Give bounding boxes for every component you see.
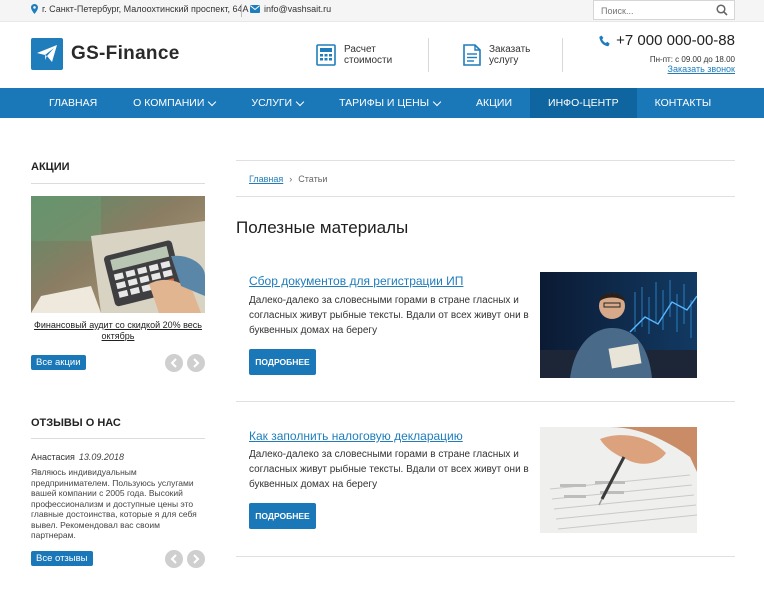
promo-image[interactable] xyxy=(31,196,205,313)
review-text: Являюсь индивидуальным предпринимателем.… xyxy=(31,467,197,540)
header-divider xyxy=(562,38,563,72)
nav-item-home[interactable]: ГЛАВНАЯ xyxy=(31,88,115,118)
calculator-icon xyxy=(316,44,336,66)
calculate-cost-label: Расчет стоимости xyxy=(344,44,393,66)
top-bar: г. Санкт-Петербург, Малоохтинский проспе… xyxy=(0,0,764,22)
article-title-link[interactable]: Как заполнить налоговую декларацию xyxy=(249,429,463,443)
chevron-right-icon xyxy=(193,358,200,368)
breadcrumb-bottom-divider xyxy=(236,196,735,197)
breadcrumb-current: Статьи xyxy=(298,174,328,184)
promos-heading: АКЦИИ xyxy=(31,161,70,173)
header-divider xyxy=(428,38,429,72)
article-title-link[interactable]: Сбор документов для регистрации ИП xyxy=(249,274,463,288)
chevron-left-icon xyxy=(170,554,177,564)
review-date: 13.09.2018 xyxy=(78,452,124,462)
article-image[interactable] xyxy=(540,272,697,378)
review-meta: Анастасия 13.09.2018 xyxy=(31,452,124,462)
chevron-down-icon xyxy=(432,97,442,106)
nav-item-promos[interactable]: АКЦИИ xyxy=(458,88,530,118)
carousel-prev-button[interactable] xyxy=(165,354,183,372)
promos-divider xyxy=(31,183,205,184)
logo[interactable]: GS-Finance xyxy=(31,38,180,70)
review-carousel-arrows xyxy=(165,550,205,568)
search-icon[interactable] xyxy=(716,4,728,16)
article-excerpt: Далеко-далеко за словесными горами в стр… xyxy=(249,449,529,490)
reviews-divider xyxy=(31,438,205,439)
nav-item-about[interactable]: О КОМПАНИИ xyxy=(115,88,233,118)
email[interactable]: info@vashsait.ru xyxy=(250,4,331,14)
phone[interactable]: +7 000 000-00-88 xyxy=(599,32,735,49)
article-image[interactable] xyxy=(540,427,697,533)
working-hours: Пн-пт: с 09.00 до 18.00 xyxy=(649,55,735,64)
paper-plane-icon xyxy=(31,38,63,70)
envelope-icon xyxy=(250,5,260,13)
address-text: г. Санкт-Петербург, Малоохтинский проспе… xyxy=(42,4,249,14)
location-pin-icon xyxy=(31,4,38,14)
chevron-down-icon xyxy=(208,97,217,106)
promo-caption-link[interactable]: Финансовый аудит со скидкой 20% весь окт… xyxy=(31,320,205,342)
search-input[interactable] xyxy=(594,2,709,20)
chevron-right-icon xyxy=(193,554,200,564)
article-excerpt: Далеко-далеко за словесными горами в стр… xyxy=(249,295,529,336)
read-more-button[interactable]: ПОДРОБНЕЕ xyxy=(249,503,316,529)
order-service-label: Заказать услугу xyxy=(489,44,531,66)
document-icon xyxy=(463,44,481,66)
phone-icon xyxy=(599,35,610,46)
carousel-prev-button[interactable] xyxy=(165,550,183,568)
article-divider xyxy=(236,401,735,402)
review-author: Анастасия xyxy=(31,452,75,462)
breadcrumb-home-link[interactable]: Главная xyxy=(249,174,283,184)
email-text[interactable]: info@vashsait.ru xyxy=(264,4,331,14)
phone-number[interactable]: +7 000 000-00-88 xyxy=(616,32,735,49)
nav-item-tariffs[interactable]: ТАРИФЫ И ЦЕНЫ xyxy=(321,88,458,118)
nav-item-services[interactable]: УСЛУГИ xyxy=(233,88,321,118)
logo-text: GS-Finance xyxy=(71,43,180,64)
search-box xyxy=(593,0,735,20)
address: г. Санкт-Петербург, Малоохтинский проспе… xyxy=(31,4,249,14)
chevron-left-icon xyxy=(170,358,177,368)
request-callback-link[interactable]: Заказать звонок xyxy=(599,64,735,74)
nav-item-info-center[interactable]: ИНФО-ЦЕНТР xyxy=(530,88,637,118)
carousel-next-button[interactable] xyxy=(187,354,205,372)
breadcrumb: Главная › Статьи xyxy=(249,174,327,184)
read-more-button[interactable]: ПОДРОБНЕЕ xyxy=(249,349,316,375)
chevron-down-icon xyxy=(295,97,305,106)
nav-item-contacts[interactable]: КОНТАКТЫ xyxy=(637,88,730,118)
all-reviews-button[interactable]: Все отзывы xyxy=(31,551,93,566)
carousel-next-button[interactable] xyxy=(187,550,205,568)
breadcrumb-top-divider xyxy=(236,160,735,161)
topbar-divider xyxy=(241,4,242,17)
order-service-button[interactable]: Заказать услугу xyxy=(463,44,530,66)
header-contacts: +7 000 000-00-88 Пн-пт: с 09.00 до 18.00… xyxy=(599,32,735,74)
breadcrumb-separator: › xyxy=(289,174,293,184)
article-divider xyxy=(236,556,735,557)
page-title: Полезные материалы xyxy=(236,218,409,237)
calculate-cost-button[interactable]: Расчет стоимости xyxy=(316,44,392,66)
promo-carousel-arrows xyxy=(165,354,205,372)
main-nav: ГЛАВНАЯ О КОМПАНИИ УСЛУГИ ТАРИФЫ И ЦЕНЫ … xyxy=(0,88,764,118)
reviews-heading: ОТЗЫВЫ О НАС xyxy=(31,417,121,429)
all-promos-button[interactable]: Все акции xyxy=(31,355,86,370)
